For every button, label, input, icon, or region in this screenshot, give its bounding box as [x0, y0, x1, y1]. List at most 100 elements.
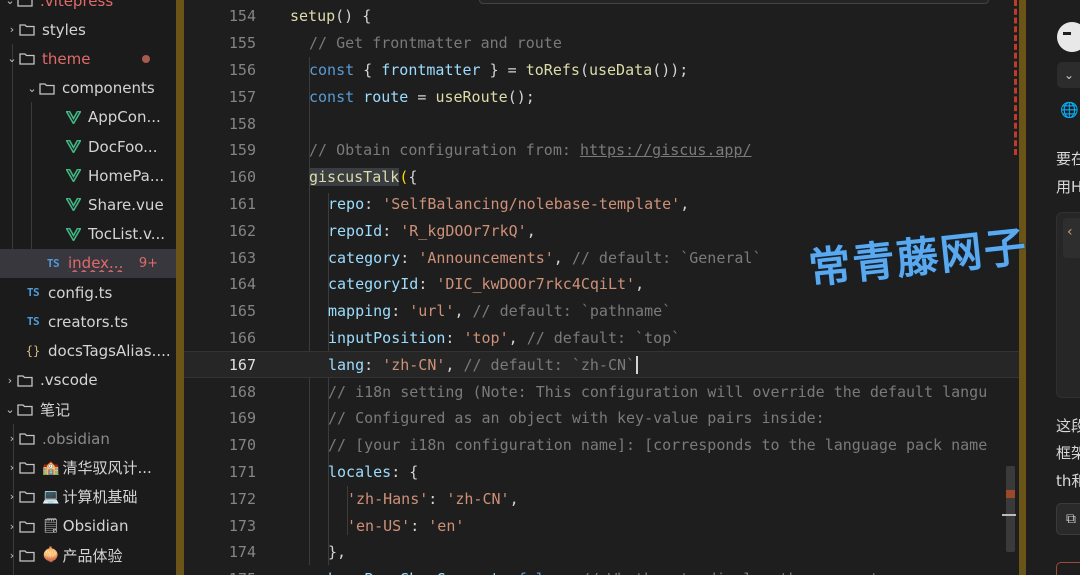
tree-item[interactable]: HomePa... — [0, 161, 176, 190]
tree-item[interactable]: TS creators.ts — [0, 307, 176, 336]
chevron-left-icon[interactable]: ‹ — [1067, 224, 1073, 240]
code-token: , — [445, 355, 464, 374]
code-token: , — [553, 248, 572, 267]
code-token: useData — [588, 60, 653, 79]
tree-item-label: components — [62, 79, 155, 98]
tree-item[interactable]: TS index... 9+ — [0, 248, 176, 278]
tree-item[interactable]: ⌄ .vitepress — [0, 0, 176, 15]
chevron-right-icon: › — [9, 548, 15, 562]
tree-item[interactable]: › 🧅 产品体验 — [0, 541, 176, 570]
line-number: 166 — [228, 328, 256, 347]
line-number: 164 — [228, 275, 256, 294]
editor-scrollbar-thumb[interactable] — [1006, 466, 1015, 552]
code-line[interactable]: 154 setup() { — [184, 3, 1019, 30]
tree-item-label: .vscode — [40, 371, 98, 390]
code-line[interactable]: 168 // i18n setting (Note: This configura… — [184, 378, 1019, 405]
code-token: // default: `zh-CN` — [463, 355, 636, 374]
code-line[interactable]: 173 'en-US': 'en' — [184, 512, 1019, 539]
tree-item[interactable]: AppCon... — [0, 103, 176, 132]
line-number: 161 — [228, 194, 256, 213]
tree-item[interactable]: › 💻 计算机基础 — [0, 482, 176, 511]
code-line[interactable]: 157 const route = useRoute(); — [184, 83, 1019, 110]
code-token: const — [309, 60, 355, 79]
tree-item[interactable]: ⌄ components — [0, 74, 176, 103]
text-cursor — [636, 356, 639, 375]
code-line[interactable]: 161 repo: 'SelfBalancing/nolebase-templat… — [184, 191, 1019, 218]
vue-file-icon — [64, 110, 82, 124]
code-token: categoryId — [328, 275, 419, 294]
tree-item[interactable]: {} docsTagsAlias.... — [0, 336, 176, 365]
code-line[interactable]: 175 homePageShowComment: false, // Whethe… — [184, 566, 1019, 575]
tree-item[interactable]: TS config.ts — [0, 278, 176, 307]
code-line[interactable]: 170 // [your i18n configuration name]: [c… — [184, 432, 1019, 459]
folder-open-icon — [16, 0, 34, 7]
line-number: 169 — [228, 409, 256, 428]
code-token: ( — [399, 168, 409, 187]
line-number: 172 — [228, 489, 256, 508]
tree-item[interactable]: DocFoo... — [0, 132, 176, 161]
panel-text-line: 用H — [1056, 178, 1080, 196]
code-line[interactable]: 174}, — [184, 539, 1019, 566]
line-number: 173 — [228, 516, 256, 535]
chevron-right-icon: › — [9, 519, 15, 533]
tree-item-label: .vitepress — [40, 0, 114, 10]
code-token: : — [364, 355, 383, 374]
code-token: // Configured as an object with key-valu… — [328, 409, 825, 428]
folder-open-icon — [38, 82, 56, 95]
folder-icon — [18, 23, 36, 36]
folder-icon — [18, 549, 36, 562]
tree-item-label: docsTagsAlias.... — [48, 341, 171, 360]
code-line[interactable]: 159 // Obtain configuration from: https:/… — [184, 137, 1019, 164]
code-line[interactable]: 171 locales: { — [184, 459, 1019, 486]
model-select[interactable]: ⌄ — [1057, 62, 1080, 88]
file-explorer: ⌄ .vitepress › styles ⌄ theme ⌄ components AppCo… — [0, 0, 176, 575]
code-text: mapping: 'url', // default: `pathname` — [328, 302, 671, 320]
line-number: 170 — [228, 436, 256, 455]
code-text: const { frontmatter } = toRefs(useData()… — [309, 61, 688, 79]
code-text: inputPosition: 'top', // default: `top` — [328, 329, 680, 347]
tree-item[interactable]: › .vscode — [0, 366, 176, 395]
scrollbar-marker — [1006, 490, 1015, 498]
globe-icon[interactable]: 🌐 — [1060, 101, 1079, 119]
tree-item[interactable]: › 🏫 清华驭风计... — [0, 453, 176, 482]
tree-item[interactable]: › .obsidian — [0, 424, 176, 453]
code-line[interactable]: 155 // Get frontmatter and route — [184, 30, 1019, 57]
tree-item[interactable]: Share.vue — [0, 190, 176, 219]
panel-divider[interactable] — [1019, 0, 1026, 575]
code-token: // Get frontmatter and route — [309, 34, 562, 53]
code-token: , — [508, 328, 527, 347]
panel-bottom-button[interactable] — [1056, 562, 1080, 575]
tree-item[interactable]: ⌄ theme — [0, 44, 176, 73]
code-line[interactable]: 165 mapping: 'url', // default: `pathname… — [184, 298, 1019, 325]
code-line[interactable]: 156 const { frontmatter } = toRefs(useDat… — [184, 57, 1019, 84]
code-token: } = — [480, 60, 526, 79]
code-line[interactable]: 158 — [184, 110, 1019, 137]
code-token: // [your i18n configuration name]: [corr… — [328, 436, 988, 455]
code-token: , — [635, 275, 645, 294]
chevron-right-icon: › — [7, 373, 13, 387]
line-number: 162 — [228, 221, 256, 240]
tree-item-label: index... — [68, 254, 124, 273]
copy-button[interactable]: ⧉ — [1056, 503, 1080, 535]
line-number: 157 — [228, 87, 256, 106]
tree-item[interactable]: › 🗒 Obsidian — [0, 512, 176, 541]
vue-file-icon — [64, 198, 82, 212]
code-token: // default: `General` — [571, 248, 762, 267]
code-text: repo: 'SelfBalancing/nolebase-template', — [328, 195, 689, 213]
tree-item-label: 清华驭风计... — [62, 459, 152, 478]
code-line[interactable]: 169 // Configured as an object with key-v… — [184, 405, 1019, 432]
code-token: 'SelfBalancing/nolebase-template' — [382, 194, 681, 213]
folder-open-icon — [18, 52, 36, 66]
code-line[interactable]: 172 'zh-Hans': 'zh-CN', — [184, 485, 1019, 512]
tree-item[interactable]: TocList.v... — [0, 220, 176, 249]
code-line[interactable]: 166 inputPosition: 'top', // default: `to… — [184, 325, 1019, 352]
code-line[interactable]: 167 lang: 'zh-CN', // default: `zh-CN` — [184, 351, 1019, 379]
tree-item[interactable]: ⌄ 笔记 — [0, 395, 176, 424]
folder-icon — [18, 520, 36, 533]
sidebar-divider[interactable] — [176, 0, 184, 575]
avatar-icon[interactable] — [1057, 22, 1080, 52]
code-line[interactable]: 160 giscusTalk({ — [184, 164, 1019, 191]
tree-item-label: TocList.v... — [88, 225, 166, 244]
tree-item[interactable]: › styles — [0, 15, 176, 44]
chevron-right-icon: › — [9, 432, 15, 445]
